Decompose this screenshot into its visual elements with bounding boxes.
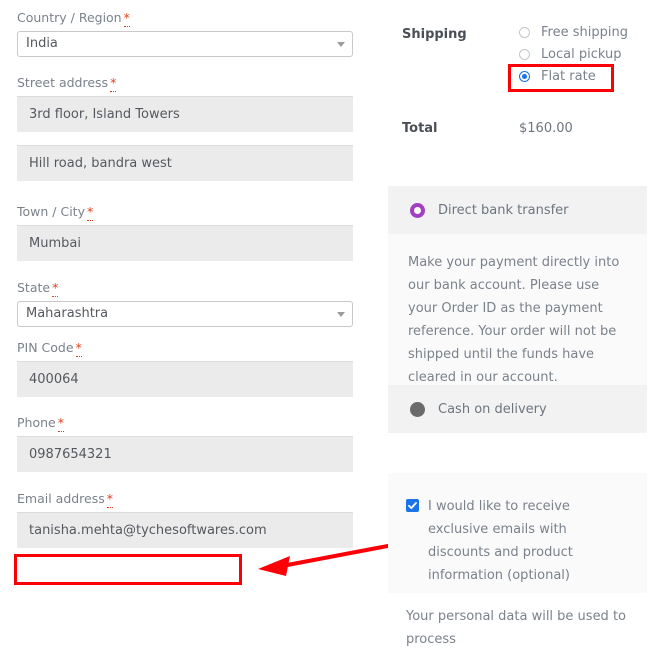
field-phone: Phone * — [17, 415, 353, 472]
payment-method-header[interactable]: Direct bank transfer — [388, 186, 647, 234]
required-asterisk: * — [106, 491, 114, 508]
field-label-street-address: Street address * — [17, 75, 117, 92]
field-label-state: State * — [17, 280, 59, 297]
shipping-option-label: Local pickup — [541, 47, 622, 62]
field-label-town-city: Town / City * — [17, 204, 94, 221]
marketing-consent-row[interactable]: I would like to receive exclusive emails… — [406, 495, 629, 587]
shipping-label: Shipping — [402, 27, 467, 42]
empty-field-highlight-annotation — [14, 554, 242, 585]
field-label-country-region: Country / Region * — [17, 10, 130, 27]
flat-rate-highlight-annotation — [508, 64, 614, 92]
required-asterisk: * — [57, 415, 64, 432]
field-label-email-address: Email address * — [17, 491, 114, 508]
field-label-pin-code: PIN Code * — [17, 340, 82, 357]
street-address-input[interactable] — [17, 96, 353, 132]
payment-method-header[interactable]: Cash on delivery — [388, 385, 647, 433]
required-asterisk: * — [123, 10, 130, 27]
payment-method-title: Cash on delivery — [438, 401, 547, 417]
privacy-policy-text: Your personal data will be used to proce… — [406, 609, 626, 647]
field-street-address-2 — [17, 145, 353, 181]
field-label-phone: Phone * — [17, 415, 64, 432]
radio-icon-direct-bank-transfer[interactable] — [410, 202, 425, 218]
field-state: State * Maharashtra — [17, 280, 353, 327]
street-address-2-input[interactable] — [17, 145, 353, 181]
payment-method-description: Make your payment directly into our bank… — [408, 255, 620, 385]
required-asterisk: * — [75, 340, 82, 357]
radio-icon-cash-on-delivery[interactable] — [410, 401, 425, 417]
country-region-select[interactable]: India — [17, 31, 353, 57]
field-town-city: Town / City * — [17, 204, 353, 261]
payment-method-cash-on-delivery[interactable]: Cash on delivery — [388, 385, 647, 433]
required-asterisk: * — [52, 280, 59, 297]
shipping-option-free-shipping[interactable]: Free shipping — [519, 22, 647, 44]
field-pin-code: PIN Code * — [17, 340, 353, 397]
country-region-value[interactable]: India — [17, 31, 353, 57]
payment-method-title: Direct bank transfer — [438, 202, 569, 218]
payment-method-direct-bank-transfer[interactable]: Direct bank transfer Make your payment d… — [388, 186, 647, 409]
total-label: Total — [402, 121, 438, 136]
total-value: $160.00 — [519, 121, 573, 136]
checkbox-marketing-consent[interactable] — [406, 499, 419, 512]
shipping-option-label: Free shipping — [541, 25, 628, 40]
shipping-option-local-pickup[interactable]: Local pickup — [519, 44, 647, 66]
marketing-consent-label: I would like to receive exclusive emails… — [428, 499, 573, 583]
field-country-region: Country / Region * India — [17, 10, 353, 57]
state-select[interactable]: Maharashtra — [17, 301, 353, 327]
consent-panel: I would like to receive exclusive emails… — [388, 473, 647, 647]
town-city-input[interactable] — [17, 225, 353, 261]
phone-input[interactable] — [17, 436, 353, 472]
required-asterisk: * — [86, 204, 94, 221]
field-email-address: Email address * — [17, 491, 353, 548]
radio-icon-free-shipping[interactable] — [519, 26, 530, 38]
state-value[interactable]: Maharashtra — [17, 301, 353, 327]
radio-icon-local-pickup[interactable] — [519, 48, 530, 60]
field-street-address: Street address * — [17, 75, 353, 132]
email-address-input[interactable] — [17, 512, 353, 548]
required-asterisk: * — [110, 75, 117, 92]
pin-code-input[interactable] — [17, 361, 353, 397]
